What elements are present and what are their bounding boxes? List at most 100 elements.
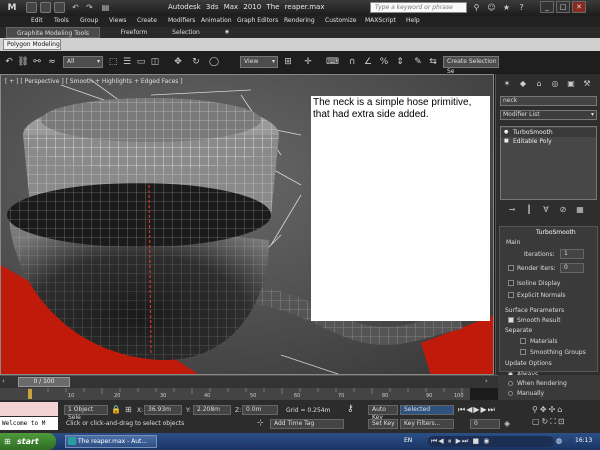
menu-graph-editors[interactable]: Graph Editors bbox=[237, 17, 278, 24]
menu-views[interactable]: Views bbox=[109, 17, 126, 24]
absolute-mode-icon[interactable]: ⊞ bbox=[125, 405, 135, 415]
when-rendering-radio[interactable] bbox=[508, 381, 513, 386]
add-time-tag-icon[interactable]: ⊹ bbox=[257, 418, 269, 429]
render-iters-spinner[interactable]: 0 bbox=[560, 263, 584, 273]
language-indicator[interactable]: EN bbox=[404, 437, 412, 444]
modify-tab-icon[interactable]: ◆ bbox=[517, 78, 529, 90]
menu-maxscript[interactable]: MAXScript bbox=[365, 17, 396, 24]
maxscript-listener[interactable]: Welcome to M bbox=[0, 417, 58, 430]
undo-toolbar-icon[interactable]: ↶ bbox=[3, 56, 15, 68]
lock-selection-icon[interactable]: 🔒 bbox=[111, 405, 121, 415]
maximize-button[interactable]: □ bbox=[556, 1, 570, 13]
object-name-field[interactable]: neck bbox=[500, 96, 597, 106]
auto-key-button[interactable]: Auto Key bbox=[368, 405, 398, 421]
menu-animation[interactable]: Animation bbox=[201, 17, 232, 24]
current-frame-field[interactable]: 0 bbox=[470, 419, 500, 429]
utilities-tab-icon[interactable]: ⚒ bbox=[581, 78, 593, 90]
unlink-icon[interactable]: ⚯ bbox=[31, 56, 43, 68]
edit-named-selection-icon[interactable]: ✎ bbox=[412, 56, 424, 68]
key-icon[interactable]: ⚷ bbox=[347, 404, 361, 414]
close-button[interactable]: ✕ bbox=[572, 1, 586, 13]
menu-help[interactable]: Help bbox=[406, 17, 420, 24]
select-object-icon[interactable]: ⬚ bbox=[107, 56, 119, 68]
y-coordinate-field[interactable]: 2.208m bbox=[193, 405, 231, 415]
configure-sets-icon[interactable]: ▦ bbox=[574, 204, 586, 216]
chevron-left-icon[interactable]: ‹ bbox=[2, 377, 10, 387]
hierarchy-tab-icon[interactable]: ⌂ bbox=[533, 78, 545, 90]
select-by-name-icon[interactable]: ☰ bbox=[121, 56, 133, 68]
rotate-icon[interactable]: ↻ bbox=[190, 56, 202, 68]
z-coordinate-field[interactable]: 0.0m bbox=[242, 405, 278, 415]
window-crossing-icon[interactable]: ◫ bbox=[149, 56, 161, 68]
move-icon[interactable]: ✥ bbox=[172, 56, 184, 68]
menu-group[interactable]: Group bbox=[80, 17, 98, 24]
scale-icon[interactable]: ◯ bbox=[208, 56, 220, 68]
render-iters-checkbox[interactable] bbox=[508, 265, 514, 271]
explicit-normals-checkbox[interactable] bbox=[508, 292, 514, 298]
snaps-toggle-icon[interactable]: ∩ bbox=[346, 56, 358, 68]
help-icon[interactable]: ? bbox=[516, 2, 527, 13]
rectangular-selection-icon[interactable]: ▭ bbox=[135, 56, 147, 68]
mirror-icon[interactable]: ⇆ bbox=[427, 56, 439, 68]
tab-graphite-modeling-tools[interactable]: Graphite Modeling Tools bbox=[6, 27, 100, 38]
show-end-result-icon[interactable]: ┃ bbox=[523, 204, 535, 216]
materials-checkbox[interactable] bbox=[520, 338, 526, 344]
smoothing-groups-checkbox[interactable] bbox=[520, 349, 526, 355]
open-file-icon[interactable] bbox=[40, 2, 51, 13]
time-configuration-icon[interactable]: ◈ bbox=[504, 419, 516, 430]
named-selection-dropdown[interactable]: Create Selection Se bbox=[443, 56, 499, 75]
tab-polygon-modeling[interactable]: Polygon Modeling bbox=[3, 39, 61, 50]
tab-selection[interactable]: Selection bbox=[167, 27, 205, 38]
tab-freeform[interactable]: Freeform bbox=[115, 27, 153, 38]
stack-item-editable-poly[interactable]: ■ Editable Poly bbox=[501, 137, 596, 146]
manually-radio[interactable] bbox=[508, 391, 513, 396]
x-coordinate-field[interactable]: 36.93m bbox=[144, 405, 182, 415]
create-tab-icon[interactable]: ✶ bbox=[501, 78, 513, 90]
remove-modifier-icon[interactable]: ⊘ bbox=[557, 204, 569, 216]
search-input[interactable]: Type a keyword or phrase bbox=[370, 2, 467, 13]
viewport-navigation-controls[interactable]: ⚲✥✣⌂ ▢↻⛶⊡ bbox=[532, 404, 598, 430]
percent-snap-icon[interactable]: % bbox=[378, 56, 390, 68]
smooth-result-checkbox[interactable] bbox=[508, 317, 514, 323]
iterations-spinner[interactable]: 1 bbox=[560, 249, 584, 259]
maxscript-mini-listener-top[interactable] bbox=[0, 402, 58, 416]
menu-create[interactable]: Create bbox=[137, 17, 157, 24]
modifier-list-dropdown[interactable]: Modifier List ▾ bbox=[500, 110, 597, 120]
menu-tools[interactable]: Tools bbox=[54, 17, 69, 24]
pin-stack-icon[interactable]: ⊸ bbox=[506, 204, 518, 216]
favorites-star-icon[interactable]: ★ bbox=[501, 2, 512, 13]
menu-rendering[interactable]: Rendering bbox=[284, 17, 315, 24]
pivot-center-icon[interactable]: ⊞ bbox=[282, 56, 294, 68]
track-bar[interactable]: 10 20 30 40 50 60 70 80 90 100 bbox=[0, 388, 470, 400]
motion-tab-icon[interactable]: ◎ bbox=[549, 78, 561, 90]
key-filters-button[interactable]: Key Filters... bbox=[400, 419, 454, 429]
new-file-icon[interactable] bbox=[26, 2, 37, 13]
perspective-viewport[interactable]: [ + ] [ Perspective ] [ Smooth + Highlig… bbox=[0, 74, 494, 375]
keyboard-shortcut-override-icon[interactable]: ⌨ bbox=[326, 56, 339, 68]
undo-icon[interactable]: ↶ bbox=[70, 2, 81, 13]
project-folder-icon[interactable]: ▤ bbox=[100, 2, 111, 13]
reference-coordinate-dropdown[interactable]: View ▾ bbox=[240, 56, 278, 68]
menu-modifiers[interactable]: Modifiers bbox=[168, 17, 195, 24]
time-slider[interactable]: 0 / 100 bbox=[18, 377, 70, 387]
link-icon[interactable]: ⛓ bbox=[17, 56, 29, 68]
redo-icon[interactable]: ↷ bbox=[84, 2, 95, 13]
display-tab-icon[interactable]: ▣ bbox=[565, 78, 577, 90]
make-unique-icon[interactable]: ∀ bbox=[540, 204, 552, 216]
add-time-tag-button[interactable]: Add Time Tag bbox=[270, 419, 344, 429]
stack-item-turbosmooth[interactable]: ● TurboSmooth bbox=[501, 128, 596, 137]
select-manipulate-icon[interactable]: ✛ bbox=[302, 56, 314, 68]
light-bulb-icon[interactable]: ● bbox=[504, 128, 508, 137]
rollout-title[interactable]: TurboSmooth bbox=[536, 229, 576, 236]
selection-filter-dropdown[interactable]: All ▾ bbox=[63, 56, 103, 68]
save-file-icon[interactable] bbox=[54, 2, 65, 13]
app-logo[interactable]: M bbox=[3, 1, 21, 15]
menu-edit[interactable]: Edit bbox=[31, 17, 43, 24]
taskbar-item-3dsmax[interactable]: The reaper.max - Aut... bbox=[65, 435, 157, 448]
expand-icon[interactable]: ■ bbox=[504, 137, 509, 146]
set-key-button[interactable]: Set Key bbox=[368, 419, 398, 429]
selected-dropdown[interactable]: Selected bbox=[400, 405, 454, 415]
time-slider-track[interactable]: ‹ 0 / 100 › bbox=[0, 375, 498, 388]
minimize-button[interactable]: _ bbox=[540, 1, 554, 13]
angle-snap-icon[interactable]: ∠ bbox=[362, 56, 374, 68]
